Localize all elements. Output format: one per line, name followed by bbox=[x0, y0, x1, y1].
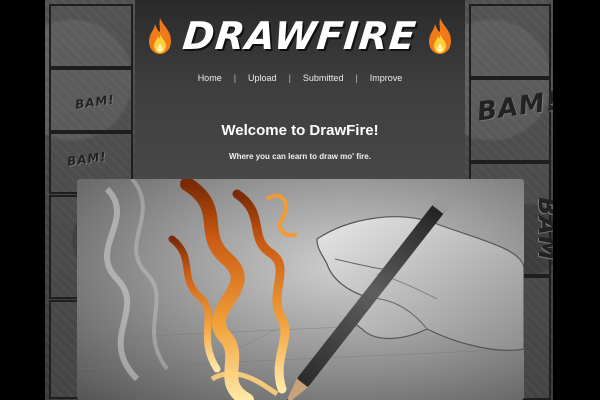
main-nav: Home | Upload | Submitted | Improve bbox=[135, 73, 465, 83]
comic-word-bam: BAM bbox=[532, 197, 553, 261]
flame-icon bbox=[149, 18, 172, 54]
hero-illustration bbox=[77, 179, 524, 400]
welcome-heading: Welcome to DrawFire! bbox=[221, 122, 379, 139]
site-header: DRAWFIRE bbox=[135, 6, 465, 66]
nav-link-home[interactable]: Home bbox=[186, 73, 234, 83]
comic-panel bbox=[469, 4, 551, 78]
nav-link-improve[interactable]: Improve bbox=[358, 73, 415, 83]
nav-link-submitted[interactable]: Submitted bbox=[291, 73, 356, 83]
welcome-tagline: Where you can learn to draw mo' fire. bbox=[229, 152, 371, 161]
nav-link-upload[interactable]: Upload bbox=[236, 73, 289, 83]
flame-icon bbox=[428, 18, 451, 54]
hand-drawing-fire-illustration bbox=[77, 179, 524, 400]
comic-panel bbox=[49, 4, 133, 68]
site-logo-title[interactable]: DRAWFIRE bbox=[181, 14, 419, 58]
